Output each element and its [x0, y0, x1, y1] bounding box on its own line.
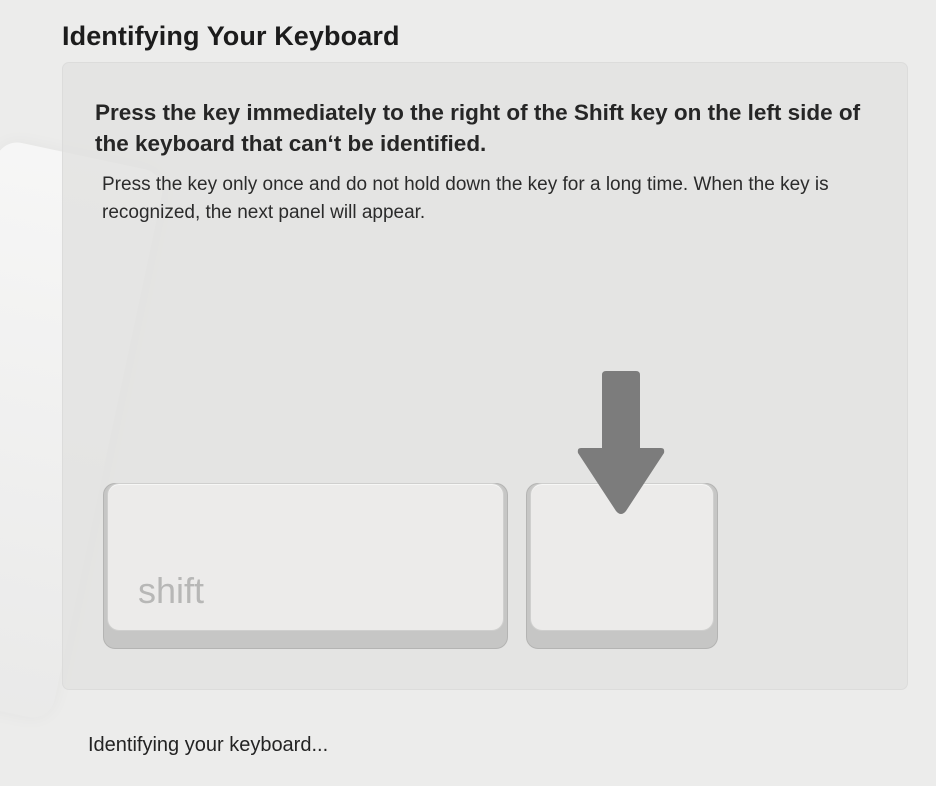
status-text: Identifying your keyboard... — [88, 734, 329, 756]
page-title: Identifying Your Keyboard — [62, 21, 400, 51]
arrow-down-icon — [577, 371, 665, 514]
instruction-details: Press the key only once and do not hold … — [102, 174, 829, 223]
shift-key-label: shift — [138, 570, 205, 611]
shift-key-cap: shift — [107, 483, 504, 631]
keyboard-identification-panel: Press the key immediately to the right o… — [62, 62, 908, 690]
instruction-headline: Press the key immediately to the right o… — [95, 100, 861, 156]
shift-key-illustration: shift — [103, 483, 508, 649]
